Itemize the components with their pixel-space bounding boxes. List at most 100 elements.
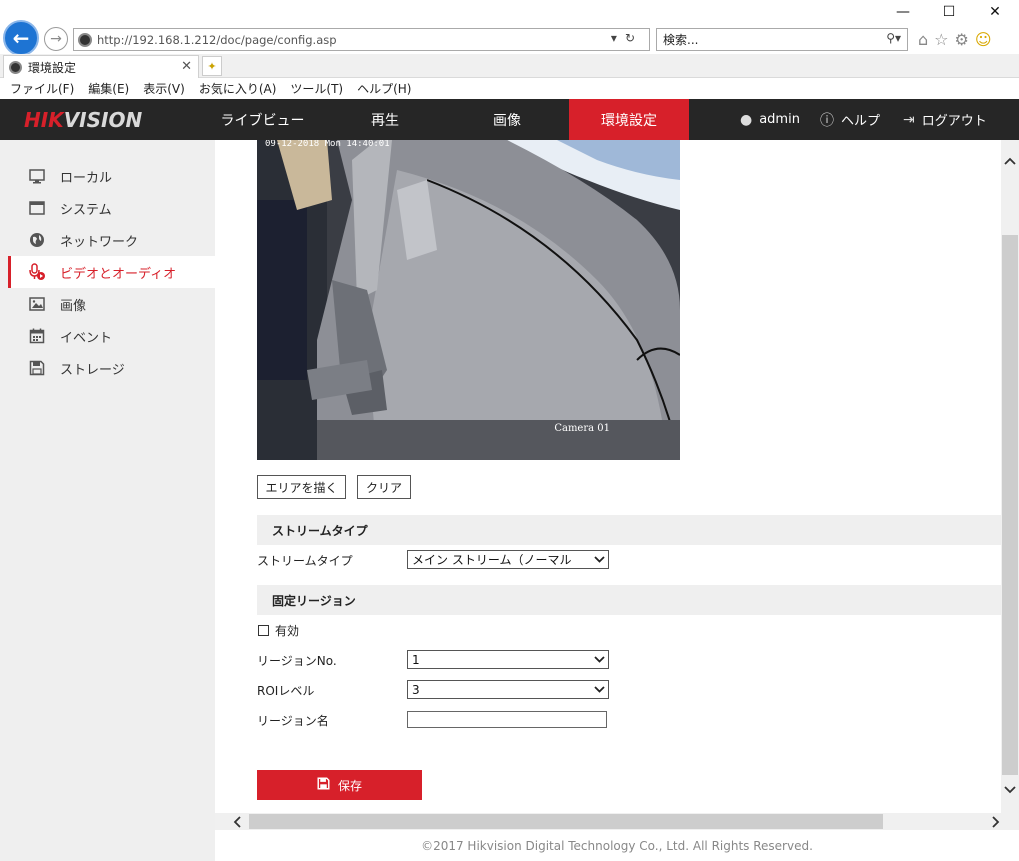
new-tab-button[interactable]: ✦	[202, 56, 222, 76]
sidebar-item-system[interactable]: システム	[8, 192, 215, 224]
user-name: admin	[759, 112, 800, 127]
user-menu[interactable]: ● admin	[740, 99, 800, 140]
enable-checkbox[interactable]	[258, 625, 269, 636]
close-tab-icon[interactable]: ✕	[181, 59, 192, 74]
nav-liveview[interactable]: ライブビュー	[200, 99, 325, 140]
sidebar-item-event[interactable]: イベント	[8, 320, 215, 352]
sidebar-item-label: ネットワーク	[60, 234, 139, 250]
stream-type-label: ストリームタイプ	[257, 554, 353, 568]
sidebar-item-video-audio[interactable]: ビデオとオーディオ	[8, 256, 215, 288]
tab-favicon-icon	[9, 60, 22, 74]
roi-level-select[interactable]: 3	[407, 680, 609, 699]
back-button[interactable]: ←	[3, 20, 39, 56]
sidebar-item-label: ローカル	[60, 170, 113, 186]
vertical-scroll-thumb[interactable]	[1002, 235, 1018, 775]
help-link[interactable]: ⓘ ヘルプ	[820, 99, 880, 140]
camera-label: Camera 01	[554, 423, 610, 434]
sidebar-item-storage[interactable]: ストレージ	[8, 352, 215, 384]
back-arrow-icon: ←	[12, 26, 30, 50]
menu-edit[interactable]: 編集(E)	[88, 80, 129, 97]
menu-favorites[interactable]: お気に入り(A)	[199, 80, 277, 97]
globe-icon	[28, 231, 46, 249]
maximize-button[interactable]: ☐	[926, 0, 972, 24]
vertical-scrollbar[interactable]	[1001, 140, 1019, 813]
sidebar-item-label: イベント	[60, 330, 113, 346]
save-label: 保存	[337, 778, 362, 793]
logout-label: ログアウト	[921, 114, 987, 129]
scroll-left-icon[interactable]	[228, 813, 246, 830]
menu-tools[interactable]: ツール(T)	[290, 80, 343, 97]
logout-icon: ⇥	[903, 111, 915, 128]
roi-level-value: 3	[412, 682, 420, 697]
site-favicon-icon	[78, 32, 92, 47]
sidebar-item-label: ストレージ	[60, 362, 125, 378]
favorites-star-icon[interactable]: ☆	[934, 30, 948, 49]
smiley-feedback-icon[interactable]: ☺	[975, 30, 992, 49]
horizontal-scroll-thumb[interactable]	[249, 814, 883, 829]
search-input[interactable]: 検索... ⚲▾	[656, 28, 908, 51]
draw-area-button[interactable]: エリアを描く	[257, 475, 346, 499]
sidebar: ローカル システム ネットワーク ビデオとオーディオ 画像 イベント ストレージ	[0, 140, 215, 861]
sidebar-item-label: システム	[60, 202, 112, 218]
logout-link[interactable]: ⇥ ログアウト	[903, 99, 987, 140]
close-window-button[interactable]: ✕	[972, 0, 1018, 24]
forward-arrow-icon: →	[50, 31, 62, 47]
browser-tab-config[interactable]: 環境設定 ✕	[3, 55, 199, 78]
refresh-icon[interactable]: ▾↻	[611, 31, 643, 45]
address-url[interactable]: http://192.168.1.212/doc/page/config.asp	[97, 33, 337, 47]
calendar-icon	[28, 327, 46, 345]
stream-type-section-header: ストリームタイプ	[257, 515, 1001, 545]
sidebar-item-network[interactable]: ネットワーク	[8, 224, 215, 256]
horizontal-scrollbar[interactable]	[215, 813, 1019, 830]
save-button[interactable]: 保存	[257, 770, 422, 800]
stream-type-value: メイン ストリーム（ノーマル	[412, 553, 572, 567]
image-icon	[28, 295, 46, 313]
fixed-region-section-header: 固定リージョン	[257, 585, 1001, 615]
home-icon[interactable]: ⌂	[918, 30, 928, 49]
camera-frame-image: 09-12-2018 Mon 14:40:01	[257, 140, 680, 460]
address-bar[interactable]: http://192.168.1.212/doc/page/config.asp…	[73, 28, 650, 51]
region-no-value: 1	[412, 652, 420, 667]
monitor-icon	[28, 167, 46, 185]
region-name-label: リージョン名	[257, 714, 329, 728]
region-no-select[interactable]: 1	[407, 650, 609, 669]
hikvision-logo: HIKVISION	[24, 108, 143, 132]
region-no-label: リージョンNo.	[257, 654, 337, 668]
chevron-down-icon	[592, 651, 606, 668]
nav-picture[interactable]: 画像	[445, 99, 569, 140]
main-content: 09-12-2018 Mon 14:40:01 Camera 01 エリアを描く…	[215, 140, 1001, 813]
user-icon: ●	[740, 111, 753, 128]
info-icon: ⓘ	[820, 112, 834, 129]
save-icon	[28, 359, 46, 377]
search-placeholder: 検索...	[663, 33, 699, 47]
sidebar-item-label: 画像	[60, 298, 87, 314]
nav-playback[interactable]: 再生	[325, 99, 445, 140]
region-name-input[interactable]	[407, 711, 607, 728]
help-label: ヘルプ	[841, 114, 881, 129]
app-header: HIKVISION ライブビュー 再生 画像 環境設定 ● admin ⓘ ヘル…	[0, 99, 1019, 140]
sidebar-item-local[interactable]: ローカル	[8, 160, 215, 192]
settings-gear-icon[interactable]: ⚙	[955, 30, 969, 49]
scroll-up-icon[interactable]	[1001, 152, 1019, 170]
browser-toolbar-icons: ⌂ ☆ ⚙ ☺	[918, 28, 1018, 50]
video-preview[interactable]: 09-12-2018 Mon 14:40:01 Camera 01	[257, 140, 680, 460]
menu-view[interactable]: 表示(V)	[143, 80, 185, 97]
menu-help[interactable]: ヘルプ(H)	[357, 80, 411, 97]
menu-file[interactable]: ファイル(F)	[10, 80, 74, 97]
window-icon	[28, 199, 46, 217]
scroll-down-icon[interactable]	[1001, 781, 1019, 799]
stream-type-select[interactable]: メイン ストリーム（ノーマル	[407, 550, 609, 569]
nav-configuration[interactable]: 環境設定	[569, 99, 689, 140]
search-icon[interactable]: ⚲▾	[886, 31, 901, 45]
minimize-button[interactable]: —	[880, 0, 926, 24]
scroll-right-icon[interactable]	[987, 813, 1005, 830]
chevron-down-icon	[592, 681, 606, 698]
window-titlebar: — ☐ ✕	[0, 0, 1019, 24]
sidebar-item-image[interactable]: 画像	[8, 288, 215, 320]
chevron-down-icon	[592, 551, 606, 568]
forward-button[interactable]: →	[44, 27, 68, 51]
roi-level-label: ROIレベル	[257, 684, 315, 698]
sidebar-item-label: ビデオとオーディオ	[60, 266, 177, 282]
microphone-icon	[28, 263, 46, 281]
clear-button[interactable]: クリア	[357, 475, 411, 499]
